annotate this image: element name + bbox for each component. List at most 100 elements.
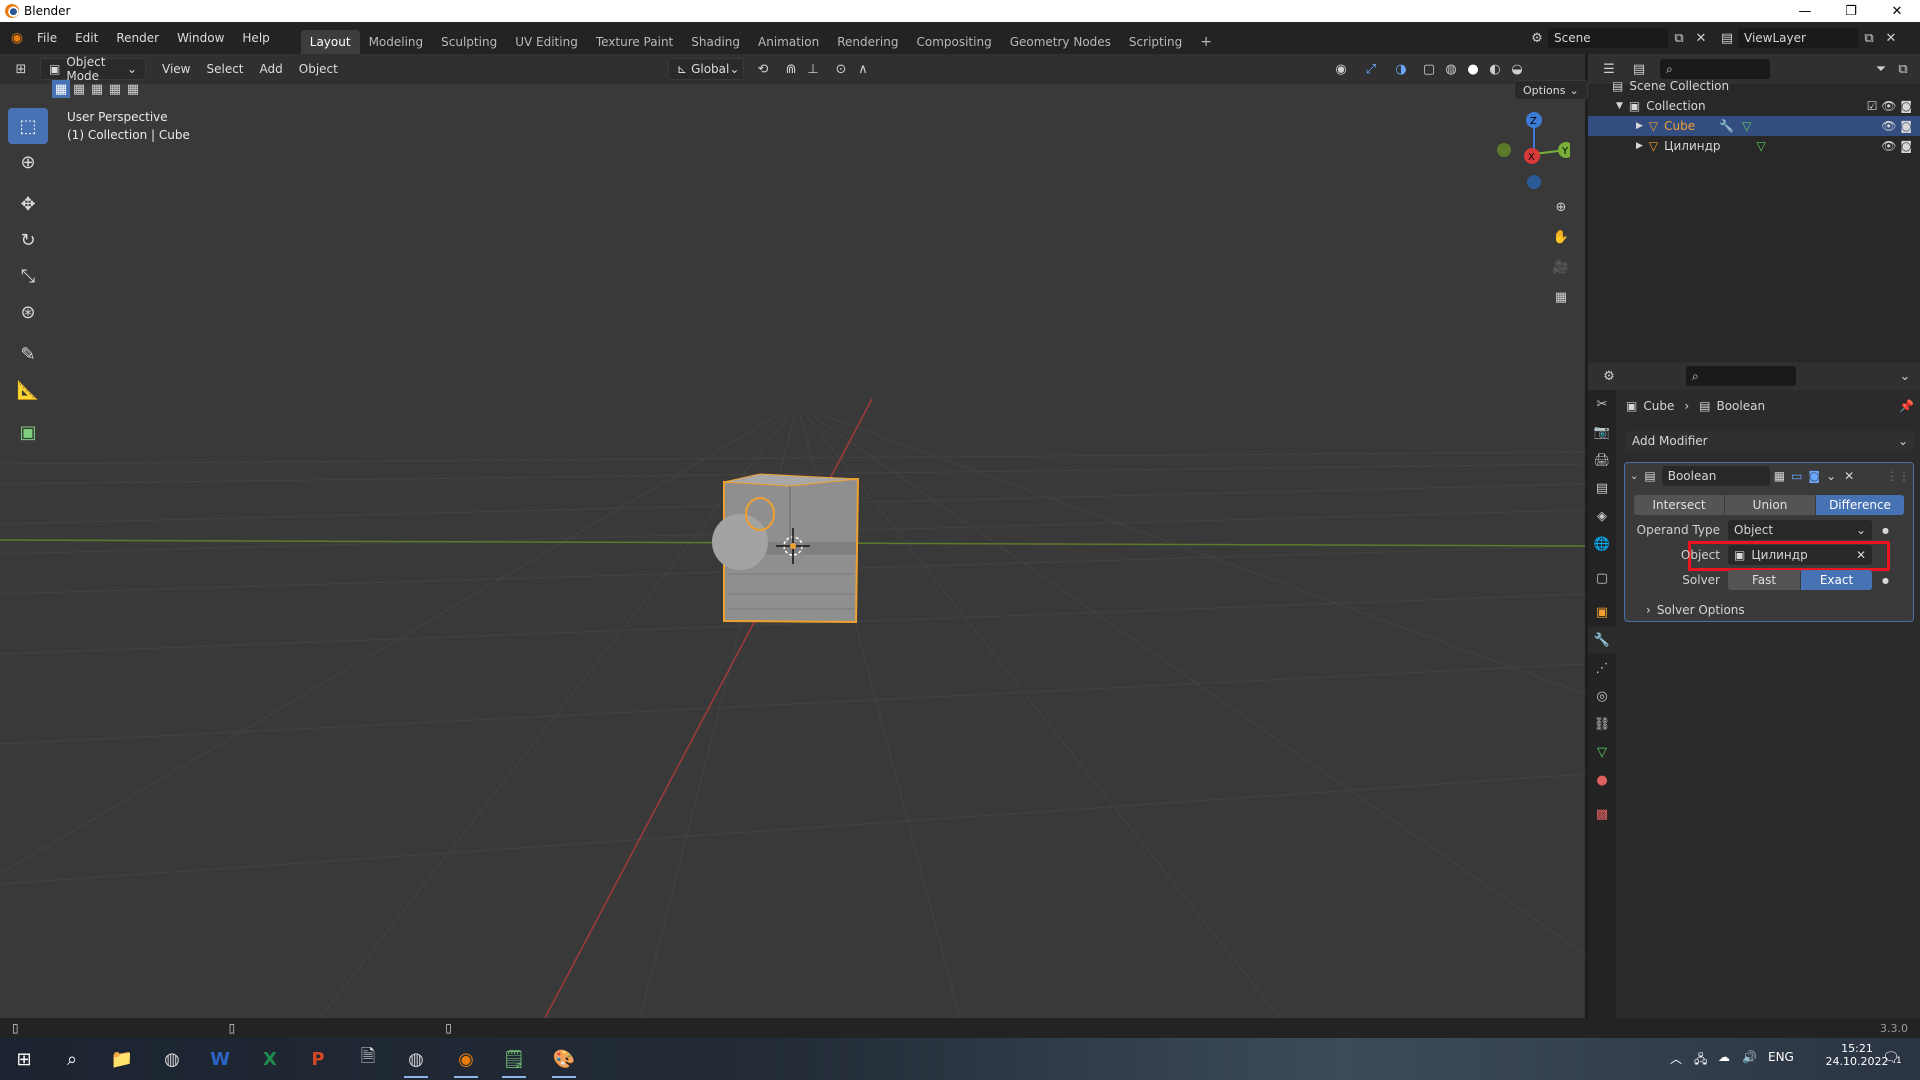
blender-taskbar-icon[interactable]: ◉ [446,1044,486,1078]
tab-layout[interactable]: Layout [300,30,360,54]
collapse-arrow-icon[interactable]: ▶ [1636,141,1643,151]
visibility-icon[interactable]: ◉ [1330,58,1352,80]
constraints-tab-icon[interactable]: ⛓ [1588,710,1616,738]
measure-tool-icon[interactable]: 📐 [8,372,48,408]
menu-edit[interactable]: Edit [66,22,107,54]
material-shading-icon[interactable]: ◐ [1484,58,1506,80]
paint-icon[interactable]: 🎨 [544,1044,584,1078]
select-extend-icon[interactable]: ▦ [70,80,88,98]
notepad-icon[interactable]: 🗒 [494,1044,534,1078]
navigation-gizmo[interactable]: Z Y X [1490,110,1570,200]
physics-tab-icon[interactable]: ◎ [1588,682,1616,710]
scene-tab-icon[interactable]: ◈ [1588,502,1616,530]
tab-animation[interactable]: Animation [749,30,828,54]
mesh-data-tab-icon[interactable]: ▽ [1588,738,1616,766]
render-toggle-icon[interactable]: ◙ [1808,469,1820,483]
outliner-collection[interactable]: ▼ ▣ Collection ☑ 👁 ◙ [1588,96,1920,116]
menu-render[interactable]: Render [107,22,168,54]
tab-modeling[interactable]: Modeling [360,30,433,54]
menu-help[interactable]: Help [233,22,278,54]
keyframe-dot-icon[interactable]: ● [1882,526,1889,535]
select-intersect-icon[interactable]: ▦ [124,80,142,98]
modifier-tab-icon[interactable]: 🔧 [1588,626,1616,654]
chevron-down-icon[interactable]: ⌄ [1826,469,1836,483]
proportional-edit-icon[interactable]: ⊙ [830,58,852,80]
mesh-data-icon[interactable]: ▽ [1757,139,1766,153]
file-explorer-icon[interactable]: 📁 [102,1044,142,1074]
world-tab-icon[interactable]: 🌐 [1588,530,1616,558]
collapse-arrow-icon[interactable]: ▶ [1636,121,1643,131]
gizmo-neg-y[interactable] [1497,143,1511,157]
windows-start-icon[interactable]: ⊞ [4,1044,44,1074]
outliner-item-cube[interactable]: ▶ ▽ Cube 🔧 ▽ 👁 ◙ [1588,116,1920,136]
keyframe-dot-icon[interactable]: ● [1882,576,1889,585]
snap-target-icon[interactable]: ⊥ [802,58,824,80]
editor-type-icon[interactable]: ⊞ [10,58,32,80]
difference-button[interactable]: Difference [1816,495,1904,515]
solver-fast-button[interactable]: Fast [1728,570,1800,590]
cube-object[interactable] [712,473,860,624]
pin-icon[interactable]: 📌 [1899,399,1914,413]
scene-field[interactable]: Scene [1548,28,1668,48]
overlay-toggle-icon[interactable]: ◑ [1390,58,1412,80]
union-button[interactable]: Union [1725,495,1815,515]
mesh-data-icon[interactable]: ▽ [1742,119,1751,133]
visibility-eye-icon[interactable]: 👁 ◙ [1881,139,1912,153]
view-layer-icon[interactable]: ▤ [1716,27,1738,49]
render-tab-icon[interactable]: 📷 [1588,418,1616,446]
annotate-tool-icon[interactable]: ✎ [8,336,48,372]
gizmo-neg-z[interactable] [1527,175,1541,189]
tab-compositing[interactable]: Compositing [907,30,1000,54]
add-workspace-button[interactable]: + [1191,30,1221,54]
tool-tab-icon[interactable]: ✂ [1588,390,1616,418]
tab-uv-editing[interactable]: UV Editing [506,30,587,54]
tab-scripting[interactable]: Scripting [1120,30,1191,54]
solver-options-subpanel[interactable]: › Solver Options [1646,600,1745,620]
menu-view[interactable]: View [154,58,198,80]
document-icon[interactable]: 🗎 [348,1044,388,1074]
edit-mode-toggle-icon[interactable]: ▦ [1774,469,1785,483]
close-window-button[interactable]: ✕ [1874,0,1920,22]
snap-toggle-icon[interactable]: ⋒ [780,58,802,80]
powerpoint-icon[interactable]: P [298,1044,338,1074]
outliner-scene-collection[interactable]: ▤ Scene Collection [1588,76,1920,96]
menu-add[interactable]: Add [252,58,291,80]
new-scene-icon[interactable]: ⧉ [1668,27,1690,49]
properties-search-input[interactable]: ⌕ [1686,366,1796,386]
particles-tab-icon[interactable]: ⋰ [1588,654,1616,682]
scale-tool-icon[interactable]: ⤡ [8,258,48,294]
delete-scene-icon[interactable]: ✕ [1690,27,1712,49]
intersect-button[interactable]: Intersect [1634,495,1724,515]
chevron-down-icon[interactable]: ⌄ [1894,365,1916,387]
transform-orientation-dropdown[interactable]: ⊾ Global ⌄ [668,58,744,80]
chrome-icon[interactable]: ◍ [152,1044,192,1074]
delete-view-layer-icon[interactable]: ✕ [1880,27,1902,49]
properties-editor-icon[interactable]: ⚙ [1598,365,1620,387]
move-tool-icon[interactable]: ✥ [8,186,48,222]
new-view-layer-icon[interactable]: ⧉ [1858,27,1880,49]
operand-type-dropdown[interactable]: Object ⌄ [1728,520,1872,540]
clear-object-icon[interactable]: ✕ [1856,548,1866,562]
menu-select[interactable]: Select [198,58,251,80]
word-icon[interactable]: W [200,1044,240,1074]
menu-window[interactable]: Window [168,22,233,54]
perspective-toggle-icon[interactable]: ▦ [1550,286,1572,308]
solver-exact-button[interactable]: Exact [1801,570,1872,590]
falloff-icon[interactable]: ∧ [852,58,874,80]
view-layer-tab-icon[interactable]: ▤ [1588,474,1616,502]
mode-dropdown[interactable]: ▣ Object Mode ⌄ [40,55,146,83]
volume-icon[interactable]: 🔊 [1742,1050,1757,1064]
select-subtract-icon[interactable]: ▦ [88,80,106,98]
rendered-shading-icon[interactable]: ◒ [1506,58,1528,80]
cursor-tool-icon[interactable]: ⊕ [8,144,48,180]
network-icon[interactable]: 🖧 [1694,1050,1707,1071]
add-cube-tool-icon[interactable]: ▣ [8,414,48,450]
options-dropdown[interactable]: Options ⌄ [1514,80,1588,100]
checkbox-icon[interactable]: ☑ 👁 ◙ [1867,99,1912,113]
zoom-icon[interactable]: ⊕ [1550,196,1572,218]
select-new-icon[interactable]: ▦ [52,80,70,98]
minimize-button[interactable]: — [1782,0,1828,22]
solid-shading-icon[interactable]: ● [1462,58,1484,80]
select-invert-icon[interactable]: ▦ [106,80,124,98]
language-indicator[interactable]: ENG [1768,1050,1794,1064]
